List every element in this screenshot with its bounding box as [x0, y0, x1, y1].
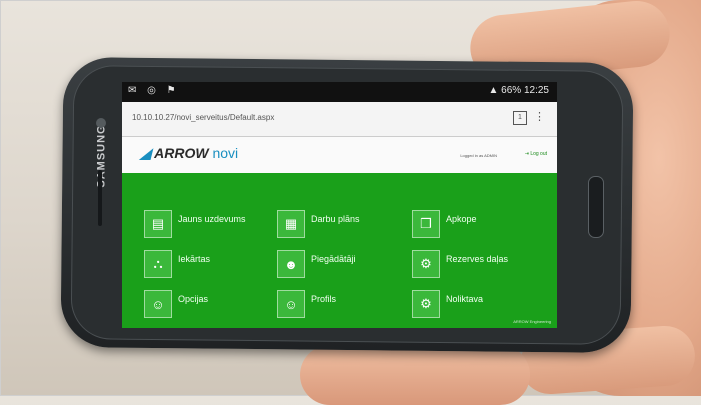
url-input[interactable]: 10.10.10.27/novi_serveitus/Default.aspx — [132, 113, 274, 122]
gears-icon: ⚙ — [412, 250, 440, 278]
supplier-icon: ☻ — [277, 250, 305, 278]
thumb — [300, 345, 530, 405]
calendar-icon: ▦ — [277, 210, 305, 238]
browser-menu-icon[interactable]: ⋮ — [534, 110, 545, 123]
gears-icon: ⚙ — [412, 290, 440, 318]
tile-rezerves-dalas[interactable]: ⚙ Rezerves daļas — [412, 250, 508, 278]
tile-apkope[interactable]: ❒ Apkope — [412, 210, 477, 238]
users-icon: ☺ — [277, 290, 305, 318]
tile-label: Profils — [311, 294, 337, 304]
tile-label: Rezerves daļas — [446, 254, 509, 264]
stack-icon: ❒ — [412, 210, 440, 238]
logout-label: Log out — [530, 151, 547, 157]
logo-brand: ARROW — [154, 145, 209, 161]
tile-opcijas[interactable]: ☺ Opcijas — [144, 290, 208, 318]
home-button[interactable] — [588, 176, 604, 238]
battery-level: 66% — [501, 85, 522, 96]
tile-label: Iekārtas — [178, 254, 211, 264]
tile-darbu-plans[interactable]: ▦ Darbu plāns — [277, 210, 360, 238]
status-right: ▲ 66% 12:25 — [488, 85, 549, 96]
clipboard-icon: ▤ — [144, 210, 172, 238]
app-header: ◢ ARROW novi Logged in as ADMIN ⇥ Log ou… — [122, 137, 557, 173]
logout-icon: ⇥ — [524, 151, 529, 157]
tile-iekartas[interactable]: ⛬ Iekārtas — [144, 250, 210, 278]
tile-profils[interactable]: ☺ Profils — [277, 290, 336, 318]
tile-label: Opcijas — [178, 294, 209, 304]
tile-label: Jauns uzdevums — [178, 214, 246, 224]
tile-label: Noliktava — [446, 294, 484, 304]
tile-noliktava[interactable]: ⚙ Noliktava — [412, 290, 483, 318]
browser-address-bar: 10.10.10.27/novi_serveitus/Default.aspx … — [122, 102, 557, 137]
tab-switcher-button[interactable]: 1 — [513, 111, 527, 125]
tile-label: Darbu plāns — [311, 214, 360, 224]
tile-jauns-uzdevums[interactable]: ▤ Jauns uzdevums — [144, 210, 246, 238]
tile-label: Apkope — [446, 214, 477, 224]
notification-icons: ✉ ◎ ⚑ — [128, 85, 180, 96]
tile-piegadataji[interactable]: ☻ Piegādātāji — [277, 250, 356, 278]
app-logo[interactable]: ◢ ARROW novi — [140, 145, 238, 162]
signal-icon: ▲ — [488, 85, 499, 96]
logout-link[interactable]: ⇥ Log out — [525, 151, 547, 157]
hierarchy-icon: ⛬ — [144, 250, 172, 278]
tile-label: Piegādātāji — [311, 254, 356, 264]
logo-product: novi — [212, 145, 239, 161]
front-camera — [96, 118, 106, 128]
clock: 12:25 — [523, 85, 549, 96]
logo-mark-icon: ◢ — [140, 145, 151, 161]
login-status: Logged in as ADMIN — [460, 153, 497, 158]
footer-credit: ARROW Engineering — [513, 319, 551, 324]
status-bar: ✉ ◎ ⚑ ▲ 66% 12:25 — [122, 82, 557, 102]
earpiece-speaker — [98, 170, 102, 226]
users-icon: ☺ — [144, 290, 172, 318]
phone-screen: ✉ ◎ ⚑ ▲ 66% 12:25 10.10.10.27/novi_serve… — [122, 82, 557, 328]
